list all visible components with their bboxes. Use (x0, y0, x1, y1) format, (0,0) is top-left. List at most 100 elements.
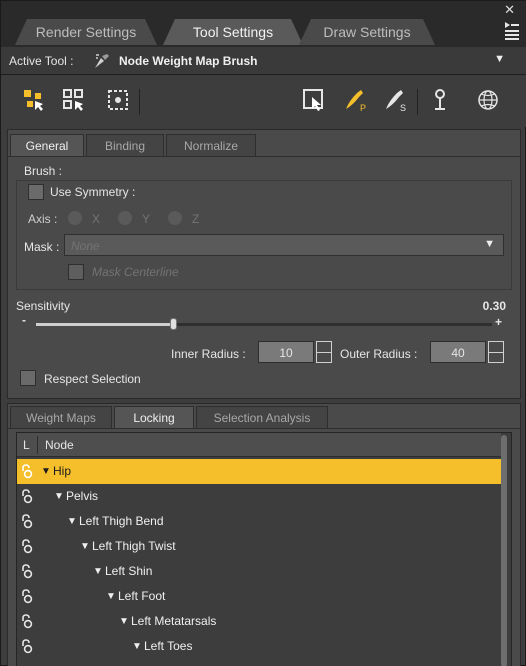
inner-radius-stepper[interactable] (316, 341, 332, 363)
toolbar-separator (139, 89, 140, 115)
globe-icon[interactable] (475, 87, 501, 113)
tree-row-label: Left Toes (144, 639, 193, 653)
expand-arrow-icon[interactable]: ▼ (93, 559, 103, 584)
tree-row[interactable]: ▼ Left Metatarsals (17, 609, 501, 634)
lock-icon[interactable] (20, 639, 34, 654)
pane-menu-icon[interactable] (503, 19, 521, 41)
outer-radius-input[interactable]: 40 (430, 341, 486, 363)
outer-radius-label: Outer Radius : (340, 347, 418, 361)
chevron-down-icon: ▼ (494, 53, 505, 65)
multi-select-icon[interactable] (61, 87, 87, 113)
paint-brush-p-icon[interactable]: P (343, 87, 369, 113)
slider-min-sign: - (22, 313, 26, 327)
sensitivity-slider[interactable] (36, 318, 492, 330)
tree-row-label: Left Thigh Bend (79, 514, 164, 528)
toolbar-separator (417, 89, 418, 115)
mask-label: Mask : (24, 240, 60, 254)
active-tool-label: Active Tool : (9, 54, 74, 68)
tab-locking[interactable]: Locking (114, 406, 194, 428)
lock-icon[interactable] (20, 489, 34, 504)
expand-arrow-icon[interactable]: ▼ (41, 459, 51, 484)
tab-tool-settings[interactable]: Tool Settings (163, 19, 303, 45)
axis-z-radio[interactable] (168, 211, 182, 225)
tree-row[interactable]: ▼ Left Foot (17, 584, 501, 609)
tree-scrollbar[interactable] (501, 435, 507, 666)
tree-row[interactable]: ▼ Pelvis (17, 484, 501, 509)
tree-row-label: Left Thigh Twist (92, 539, 176, 553)
tab-binding[interactable]: Binding (86, 134, 164, 156)
tree-row[interactable]: ▼ Hip (17, 459, 501, 484)
axis-label: Axis : (28, 212, 58, 226)
mask-centerline-checkbox[interactable] (68, 264, 84, 280)
node-select-icon[interactable] (21, 87, 47, 113)
tab-divider (8, 156, 520, 157)
expand-arrow-icon[interactable]: ▼ (54, 484, 64, 509)
axis-y-label: Y (142, 212, 151, 226)
active-tool-bar: Active Tool : Node Weight Map Brush ▼ (1, 47, 526, 75)
expand-arrow-icon[interactable]: ▼ (132, 634, 142, 659)
pin-icon[interactable] (427, 87, 453, 113)
axis-y-radio[interactable] (118, 211, 132, 225)
expand-arrow-icon[interactable]: ▼ (119, 609, 129, 634)
tree-row[interactable]: ▼ Left Thigh Bend (17, 509, 501, 534)
node-panel: Weight Maps Locking Selection Analysis L… (7, 403, 521, 666)
svg-text:S: S (400, 103, 406, 113)
tab-draw-settings[interactable]: Draw Settings (299, 19, 435, 45)
mask-centerline-label: Mask Centerline (92, 265, 179, 279)
node-tree: L Node ▼ Hip ▼ Pelvis ▼ Left Thigh Bend ▼ Left … (16, 432, 512, 666)
inner-radius-label: Inner Radius : (171, 347, 246, 361)
tree-header: L Node (17, 433, 501, 457)
tab-selection-analysis[interactable]: Selection Analysis (196, 406, 328, 428)
column-lock-header[interactable]: L (23, 433, 30, 457)
lock-icon[interactable] (20, 539, 34, 554)
tool-settings-pane: Render Settings Tool Settings Draw Setti… (0, 0, 526, 666)
active-tool-value: Node Weight Map Brush (119, 54, 258, 68)
tree-row-label: Hip (53, 464, 72, 478)
pane-tab-bar: Render Settings Tool Settings Draw Setti… (1, 1, 526, 47)
chevron-down-icon: ▼ (484, 238, 495, 250)
close-icon[interactable]: ✕ (504, 3, 515, 17)
lock-icon[interactable] (20, 514, 34, 529)
axis-x-radio[interactable] (68, 211, 82, 225)
tree-row-label: Left Metatarsals (131, 614, 217, 628)
tab-render-settings[interactable]: Render Settings (15, 19, 157, 45)
mask-dropdown[interactable]: None ▼ (64, 234, 504, 256)
tab-divider (8, 428, 520, 429)
slider-max-sign: + (494, 315, 502, 329)
tab-weight-maps[interactable]: Weight Maps (10, 406, 112, 428)
tab-normalize[interactable]: Normalize (166, 134, 256, 156)
inner-radius-input[interactable]: 10 (258, 341, 314, 363)
expand-arrow-icon[interactable]: ▼ (106, 584, 116, 609)
sensitivity-value: 0.30 (482, 299, 506, 313)
lock-icon[interactable] (20, 564, 34, 579)
region-select-icon[interactable] (301, 87, 327, 113)
sensitivity-fill (36, 323, 173, 326)
axis-z-label: Z (192, 212, 200, 226)
expand-arrow-icon[interactable]: ▼ (80, 534, 90, 559)
expand-arrow-icon[interactable]: ▼ (67, 509, 77, 534)
svg-text:P: P (360, 103, 366, 113)
sensitivity-slider-thumb[interactable] (169, 318, 177, 330)
lock-icon[interactable] (20, 589, 34, 604)
tool-icon-bar: P S (1, 75, 526, 127)
outer-radius-stepper[interactable] (488, 341, 504, 363)
respect-selection-label: Respect Selection (44, 372, 141, 386)
weight-brush-icon (95, 54, 109, 68)
tree-row-label: Left Foot (118, 589, 166, 603)
tree-row-label: Left Shin (105, 564, 153, 578)
brush-settings-panel: General Binding Normalize Brush : Use Sy… (7, 129, 521, 399)
use-symmetry-checkbox[interactable] (28, 184, 44, 200)
use-symmetry-label: Use Symmetry : (50, 185, 136, 199)
node-grid-icon[interactable] (105, 87, 131, 113)
tab-general[interactable]: General (10, 134, 84, 156)
lock-icon[interactable] (20, 464, 34, 479)
brush-label: Brush : (24, 164, 63, 178)
tree-row[interactable]: ▼ Left Thigh Twist (17, 534, 501, 559)
tree-row[interactable]: ▼ Left Toes (17, 634, 501, 659)
column-node-header[interactable]: Node (45, 433, 74, 457)
respect-selection-checkbox[interactable] (20, 370, 36, 386)
lock-icon[interactable] (20, 614, 34, 629)
paint-brush-s-icon[interactable]: S (383, 87, 409, 113)
tree-row[interactable]: ▼ Left Shin (17, 559, 501, 584)
active-tool-dropdown[interactable]: Node Weight Map Brush ▼ (89, 47, 521, 75)
